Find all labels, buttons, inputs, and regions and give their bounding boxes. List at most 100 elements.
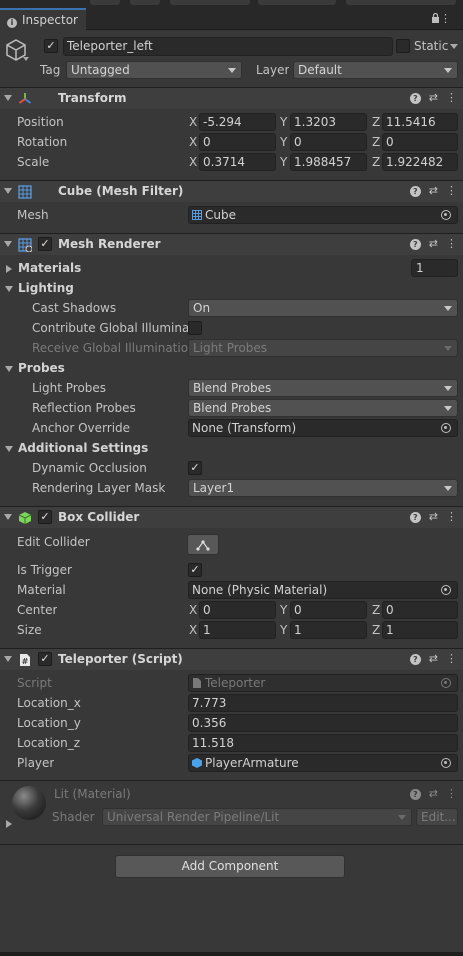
physic-material-field[interactable]: None (Physic Material)	[188, 581, 458, 599]
collapse-icon[interactable]	[4, 241, 12, 247]
dynamic-occlusion-checkbox[interactable]: ✓	[188, 461, 202, 475]
mesh-renderer-title: Mesh Renderer	[58, 237, 161, 251]
object-name-field[interactable]: Teleporter_left	[63, 37, 393, 56]
collapse-icon[interactable]	[4, 95, 12, 101]
static-checkbox[interactable]	[396, 39, 410, 53]
toolbar-button-partial[interactable]	[170, 0, 250, 5]
more-options-icon[interactable]: ⋮	[446, 184, 457, 197]
more-options-icon[interactable]: ⋮	[440, 12, 457, 25]
presets-icon[interactable]: ⇄	[429, 184, 438, 197]
center-z-field[interactable]: 0	[382, 601, 458, 619]
scale-z-field[interactable]: 1.922482	[382, 153, 458, 171]
chevron-down-icon	[444, 68, 452, 73]
more-options-icon[interactable]: ⋮	[446, 510, 457, 523]
additional-settings-foldout[interactable]: Additional Settings	[18, 441, 148, 455]
more-options-icon[interactable]: ⋮	[446, 787, 457, 800]
collapse-icon[interactable]	[4, 514, 12, 520]
active-checkbox[interactable]: ✓	[44, 39, 58, 53]
scale-y-field[interactable]: 1.988457	[290, 153, 367, 171]
tag-dropdown[interactable]: Untagged	[66, 61, 242, 79]
position-y-field[interactable]: 1.3203	[290, 113, 367, 131]
rendering-layer-mask-dropdown[interactable]: Layer1	[188, 479, 458, 497]
probes-foldout[interactable]: Probes	[18, 361, 65, 375]
transform-header[interactable]: Transform ? ⇄ ⋮	[0, 87, 463, 109]
position-z-field[interactable]: 11.5416	[382, 113, 458, 131]
object-picker-icon[interactable]	[441, 210, 451, 220]
window-bottom-border	[0, 952, 463, 956]
collapse-icon[interactable]	[5, 366, 13, 372]
help-icon[interactable]: ?	[409, 654, 421, 665]
material-tools: ? ⇄ ⋮	[409, 787, 457, 800]
mesh-object-field[interactable]: Cube	[188, 206, 458, 224]
expand-icon[interactable]	[6, 820, 12, 828]
help-icon[interactable]: ?	[409, 186, 421, 197]
materials-count-field[interactable]: 1	[411, 259, 458, 277]
icon-dropdown-caret[interactable]	[23, 57, 29, 61]
location-z-field[interactable]: 11.518	[188, 734, 458, 752]
is-trigger-checkbox[interactable]: ✓	[188, 563, 202, 577]
anchor-override-field[interactable]: None (Transform)	[188, 419, 458, 437]
chevron-down-icon	[228, 68, 236, 73]
object-picker-icon[interactable]	[441, 758, 451, 768]
mesh-filter-header[interactable]: Cube (Mesh Filter) ? ⇄ ⋮	[0, 180, 463, 202]
object-picker-icon[interactable]	[441, 585, 451, 595]
light-probes-dropdown[interactable]: Blend Probes	[188, 379, 458, 397]
more-options-icon[interactable]: ⋮	[446, 237, 457, 250]
size-y-field[interactable]: 1	[290, 621, 367, 639]
box-collider-header[interactable]: ✓ Box Collider ? ⇄ ⋮	[0, 506, 463, 528]
collapse-icon[interactable]	[5, 286, 13, 292]
location-y-field[interactable]: 0.356	[188, 714, 458, 732]
help-icon[interactable]: ?	[409, 93, 421, 104]
scale-x-field[interactable]: 0.3714	[199, 153, 276, 171]
presets-icon[interactable]: ⇄	[429, 787, 438, 800]
cast-shadows-dropdown[interactable]: On	[188, 299, 458, 317]
toolbar-button-partial[interactable]	[258, 0, 336, 5]
more-options-icon[interactable]: ⋮	[446, 91, 457, 104]
lighting-foldout[interactable]: Lighting	[18, 281, 74, 295]
toolbar-button-partial[interactable]	[346, 0, 456, 5]
location-x-field[interactable]: 7.773	[188, 694, 458, 712]
mesh-renderer-header[interactable]: ✓ Mesh Renderer ? ⇄ ⋮	[0, 233, 463, 255]
static-dropdown-icon[interactable]	[450, 44, 458, 49]
receive-gi-value: Light Probes	[193, 341, 268, 355]
object-picker-icon[interactable]	[441, 423, 451, 433]
player-object-field[interactable]: PlayerArmature	[188, 754, 458, 772]
presets-icon[interactable]: ⇄	[429, 510, 438, 523]
presets-icon[interactable]: ⇄	[429, 237, 438, 250]
contribute-gi-checkbox[interactable]	[188, 321, 202, 335]
help-icon[interactable]: ?	[409, 239, 421, 250]
layer-dropdown[interactable]: Default	[293, 61, 458, 79]
toolbar-button-partial[interactable]	[130, 0, 160, 5]
center-x-field[interactable]: 0	[199, 601, 276, 619]
size-z-field[interactable]: 1	[382, 621, 458, 639]
position-x-field[interactable]: -5.294	[199, 113, 276, 131]
rotation-x-field[interactable]: 0	[199, 133, 276, 151]
more-options-icon[interactable]: ⋮	[446, 652, 457, 665]
layer-label: Layer	[256, 63, 290, 77]
collapse-icon[interactable]	[4, 656, 12, 662]
receive-gi-dropdown: Light Probes	[188, 339, 458, 357]
tab-inspector[interactable]: i Inspector	[0, 8, 86, 30]
script-enabled-checkbox[interactable]: ✓	[38, 652, 52, 666]
presets-icon[interactable]: ⇄	[429, 91, 438, 104]
size-x-field[interactable]: 1	[199, 621, 276, 639]
script-header[interactable]: # ✓ Teleporter (Script) ? ⇄ ⋮	[0, 648, 463, 670]
expand-icon[interactable]	[6, 265, 12, 273]
lock-icon[interactable]	[431, 12, 440, 23]
center-y-field[interactable]: 0	[290, 601, 367, 619]
collapse-icon[interactable]	[5, 446, 13, 452]
help-icon[interactable]: ?	[409, 512, 421, 523]
materials-foldout[interactable]: Materials	[18, 261, 81, 275]
mesh-renderer-enabled-checkbox[interactable]: ✓	[38, 237, 52, 251]
edit-collider-button[interactable]	[187, 534, 219, 555]
presets-icon[interactable]: ⇄	[429, 652, 438, 665]
collapse-icon[interactable]	[4, 188, 12, 194]
add-component-button[interactable]: Add Component	[115, 855, 345, 878]
help-icon[interactable]: ?	[409, 789, 421, 800]
rotation-y-field[interactable]: 0	[290, 133, 367, 151]
toolbar-button-partial[interactable]	[90, 0, 120, 5]
reflection-probes-dropdown[interactable]: Blend Probes	[188, 399, 458, 417]
box-collider-enabled-checkbox[interactable]: ✓	[38, 510, 52, 524]
script-object-field: Teleporter	[188, 674, 458, 692]
rotation-z-field[interactable]: 0	[382, 133, 458, 151]
